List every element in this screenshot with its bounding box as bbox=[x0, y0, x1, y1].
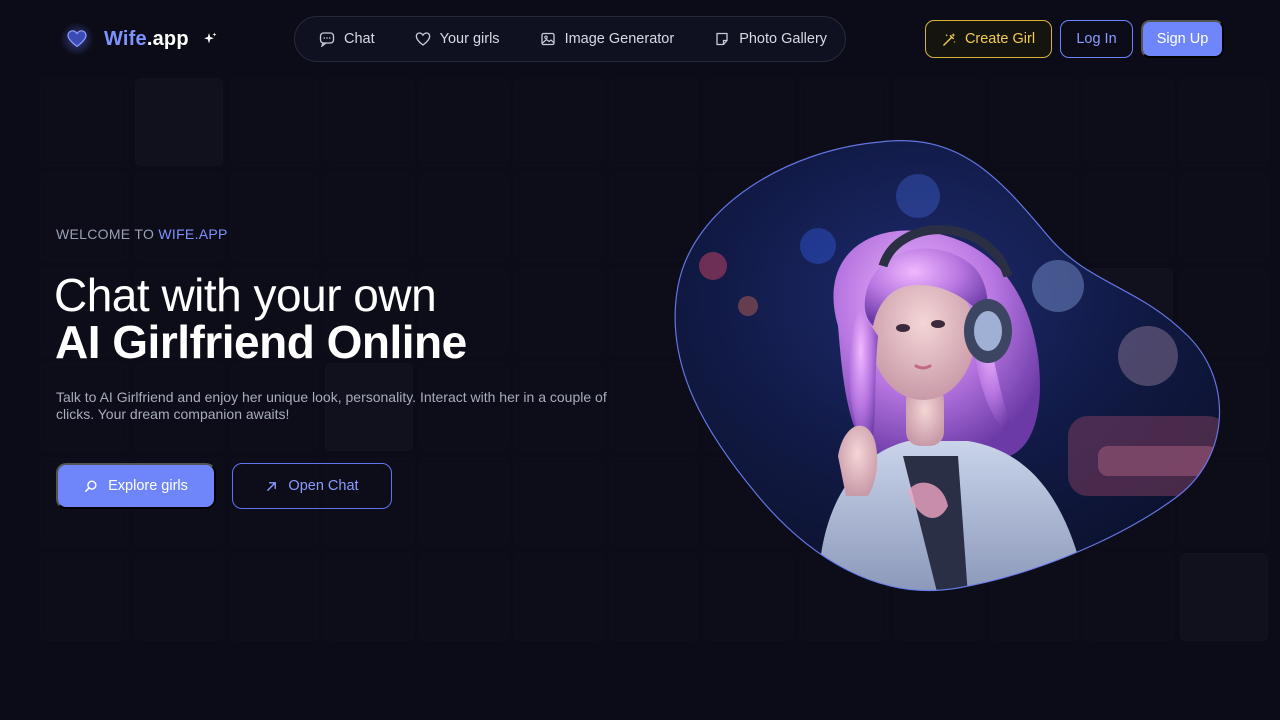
welcome-prefix: WELCOME TO bbox=[56, 226, 155, 242]
image-icon bbox=[540, 32, 555, 46]
headline-line-2: AI Girlfriend Online bbox=[55, 316, 467, 368]
nav-item-your-girls[interactable]: Your girls bbox=[415, 31, 500, 47]
signup-button[interactable]: Sign Up bbox=[1141, 20, 1224, 58]
nav-item-label: Photo Gallery bbox=[739, 31, 828, 47]
chat-bubble-icon bbox=[319, 32, 335, 47]
brand-name: Wife.app bbox=[104, 28, 189, 51]
hero-description: Talk to AI Girlfriend and enjoy her uniq… bbox=[56, 389, 607, 422]
search-icon bbox=[85, 480, 97, 493]
nav-item-image-generator[interactable]: Image Generator bbox=[540, 31, 675, 47]
nav-item-label: Chat bbox=[344, 31, 375, 47]
open-chat-button[interactable]: Open Chat bbox=[232, 463, 392, 509]
sparkle-icon bbox=[203, 32, 217, 46]
welcome-brand: WIFE.APP bbox=[158, 226, 228, 242]
magic-wand-icon bbox=[943, 32, 956, 46]
main-nav: Chat Your girls Image Generator Photo Ga… bbox=[294, 16, 846, 62]
login-button[interactable]: Log In bbox=[1060, 20, 1133, 58]
portrait-illustration bbox=[674, 140, 1221, 592]
nav-item-chat[interactable]: Chat bbox=[319, 31, 375, 47]
create-girl-button[interactable]: Create Girl bbox=[925, 20, 1052, 58]
heart-icon bbox=[60, 22, 94, 56]
explore-girls-label: Explore girls bbox=[108, 478, 188, 494]
signup-label: Sign Up bbox=[1156, 31, 1209, 47]
create-girl-label: Create Girl bbox=[964, 31, 1036, 47]
brand-logo[interactable]: Wife.app bbox=[60, 22, 217, 56]
nav-item-label: Your girls bbox=[439, 31, 500, 47]
explore-girls-button[interactable]: Explore girls bbox=[56, 463, 216, 509]
open-chat-label: Open Chat bbox=[288, 478, 359, 494]
welcome-eyebrow: WELCOME TO WIFE.APP bbox=[56, 226, 228, 242]
brand-name-part1: Wife bbox=[104, 27, 147, 50]
arrow-up-right-icon bbox=[267, 481, 277, 491]
gallery-icon bbox=[716, 32, 728, 46]
heart-outline-icon bbox=[415, 32, 430, 46]
nav-item-label: Image Generator bbox=[564, 31, 675, 47]
top-navigation-bar: Wife.app Chat Your girls Image Generator… bbox=[0, 0, 1280, 78]
login-label: Log In bbox=[1076, 31, 1117, 47]
landing-page: Wife.app Chat Your girls Image Generator… bbox=[0, 0, 1280, 720]
nav-item-photo-gallery[interactable]: Photo Gallery bbox=[714, 31, 827, 47]
headline-line-1: Chat with your own bbox=[54, 269, 437, 321]
brand-name-part2: .app bbox=[146, 27, 189, 50]
